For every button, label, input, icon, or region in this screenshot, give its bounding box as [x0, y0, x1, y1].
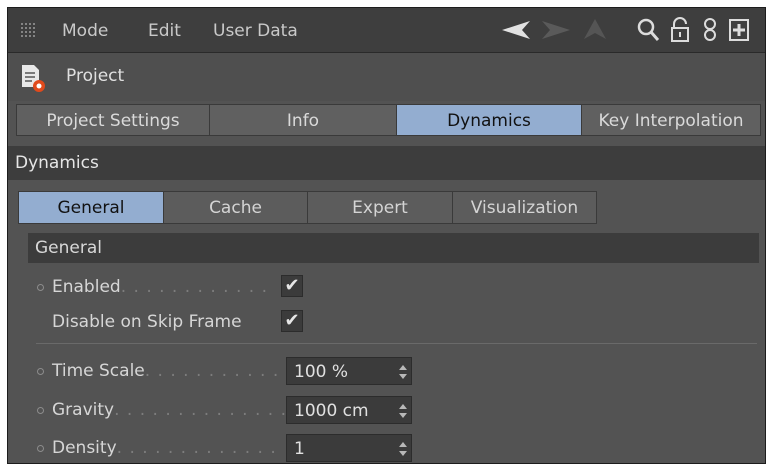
menu-bar: Mode Edit User Data	[8, 8, 765, 53]
back-arrow-icon[interactable]	[500, 17, 534, 50]
property-label: Gravity. . . . . . . . . . . . . .	[52, 400, 287, 420]
link-icon[interactable]	[701, 17, 719, 50]
group-header-general: General	[28, 233, 759, 263]
property-label: Enabled. . . . . . . . . . . .	[52, 277, 268, 297]
attribute-manager: Mode Edit User Data Project Project Sett…	[7, 7, 766, 464]
up-arrow-icon[interactable]	[582, 17, 608, 50]
disable-skip-frame-checkbox[interactable]: ✔	[281, 310, 303, 332]
field-value: 100 %	[294, 362, 349, 382]
property-label: Time Scale. . . . . . . . . . .	[52, 361, 280, 381]
property-label: Density. . . . . . . . . . . . .	[52, 438, 277, 458]
spinner-arrows-icon[interactable]	[399, 365, 407, 379]
spinner-arrows-icon[interactable]	[399, 404, 407, 418]
subtab-expert[interactable]: Expert	[307, 191, 453, 224]
checkmark-icon: ✔	[284, 275, 300, 296]
tab-key-interpolation[interactable]: Key Interpolation	[581, 104, 761, 136]
grip-handle-icon[interactable]	[20, 22, 36, 38]
keyframe-toggle-icon[interactable]	[37, 445, 44, 452]
time-scale-input[interactable]: 100 %	[286, 357, 412, 385]
gravity-input[interactable]: 1000 cm	[286, 396, 412, 424]
menu-edit[interactable]: Edit	[148, 21, 181, 41]
project-icon	[20, 63, 45, 92]
field-value: 1	[294, 439, 305, 459]
tab-project-settings[interactable]: Project Settings	[16, 104, 210, 136]
section-header-dynamics: Dynamics	[8, 146, 765, 180]
subtab-visualization[interactable]: Visualization	[452, 191, 597, 224]
object-title: Project	[66, 66, 125, 86]
object-header: Project	[8, 53, 765, 101]
property-time-scale: Time Scale. . . . . . . . . . . 100 %	[8, 354, 765, 388]
field-value: 1000 cm	[294, 401, 369, 421]
divider	[36, 343, 757, 344]
property-label: Disable on Skip Frame	[52, 312, 242, 332]
tab-dynamics[interactable]: Dynamics	[396, 104, 582, 136]
menu-user-data[interactable]: User Data	[213, 21, 298, 41]
density-input[interactable]: 1	[286, 434, 412, 462]
enabled-checkbox[interactable]: ✔	[281, 275, 303, 297]
property-disable-on-skip-frame: Disable on Skip Frame ✔	[8, 305, 765, 339]
keyframe-toggle-icon[interactable]	[37, 368, 44, 375]
property-gravity: Gravity. . . . . . . . . . . . . . 1000 …	[8, 393, 765, 427]
subtab-cache[interactable]: Cache	[163, 191, 308, 224]
lock-icon[interactable]	[669, 17, 691, 50]
new-window-icon[interactable]	[728, 17, 750, 50]
search-icon[interactable]	[636, 17, 660, 50]
forward-arrow-icon[interactable]	[538, 17, 572, 50]
checkmark-icon: ✔	[284, 310, 300, 331]
keyframe-toggle-icon[interactable]	[37, 407, 44, 414]
menu-mode[interactable]: Mode	[62, 21, 108, 41]
tab-info[interactable]: Info	[209, 104, 397, 136]
property-enabled: Enabled. . . . . . . . . . . . ✔	[8, 270, 765, 304]
subtab-general[interactable]: General	[18, 191, 164, 224]
spinner-arrows-icon[interactable]	[399, 442, 407, 456]
property-density: Density. . . . . . . . . . . . . 1	[8, 431, 765, 463]
keyframe-toggle-icon[interactable]	[37, 284, 44, 291]
